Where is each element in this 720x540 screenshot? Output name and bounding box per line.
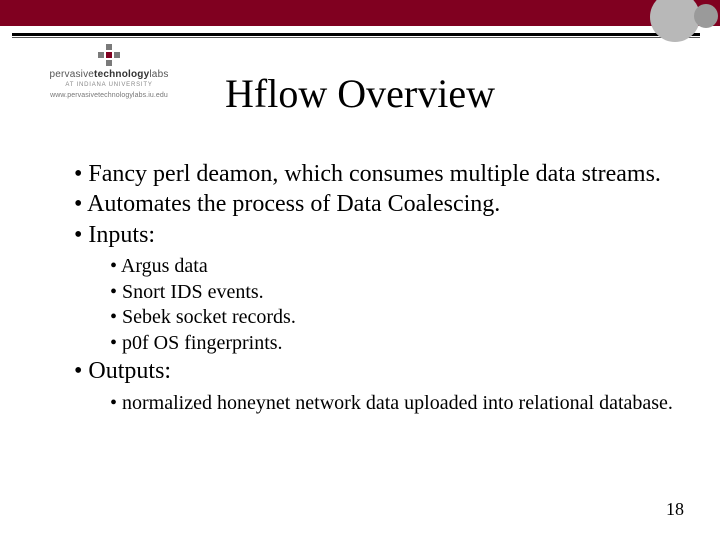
header-rule-thin: [12, 37, 700, 38]
bullet-3-sub-2: Snort IDS events.: [110, 281, 674, 305]
header-bar: [0, 0, 720, 26]
bullet-2: Automates the process of Data Coalescing…: [74, 190, 674, 218]
bullet-4: Outputs:: [74, 357, 674, 385]
logo-icon: [98, 44, 120, 66]
bullet-4-sub-1: normalized honeynet network data uploade…: [110, 392, 674, 416]
page-number: 18: [666, 499, 684, 520]
decor-circle-small: [694, 4, 718, 28]
bullet-3-sub-1: Argus data: [110, 255, 674, 279]
slide-content: Fancy perl deamon, which consumes multip…: [74, 160, 674, 417]
header-rule-thick: [12, 33, 700, 36]
bullet-3-sub-4: p0f OS fingerprints.: [110, 332, 674, 356]
bullet-3: Inputs:: [74, 221, 674, 249]
slide-title: Hflow Overview: [0, 70, 720, 117]
bullet-1: Fancy perl deamon, which consumes multip…: [74, 160, 674, 188]
bullet-3-sub-3: Sebek socket records.: [110, 306, 674, 330]
